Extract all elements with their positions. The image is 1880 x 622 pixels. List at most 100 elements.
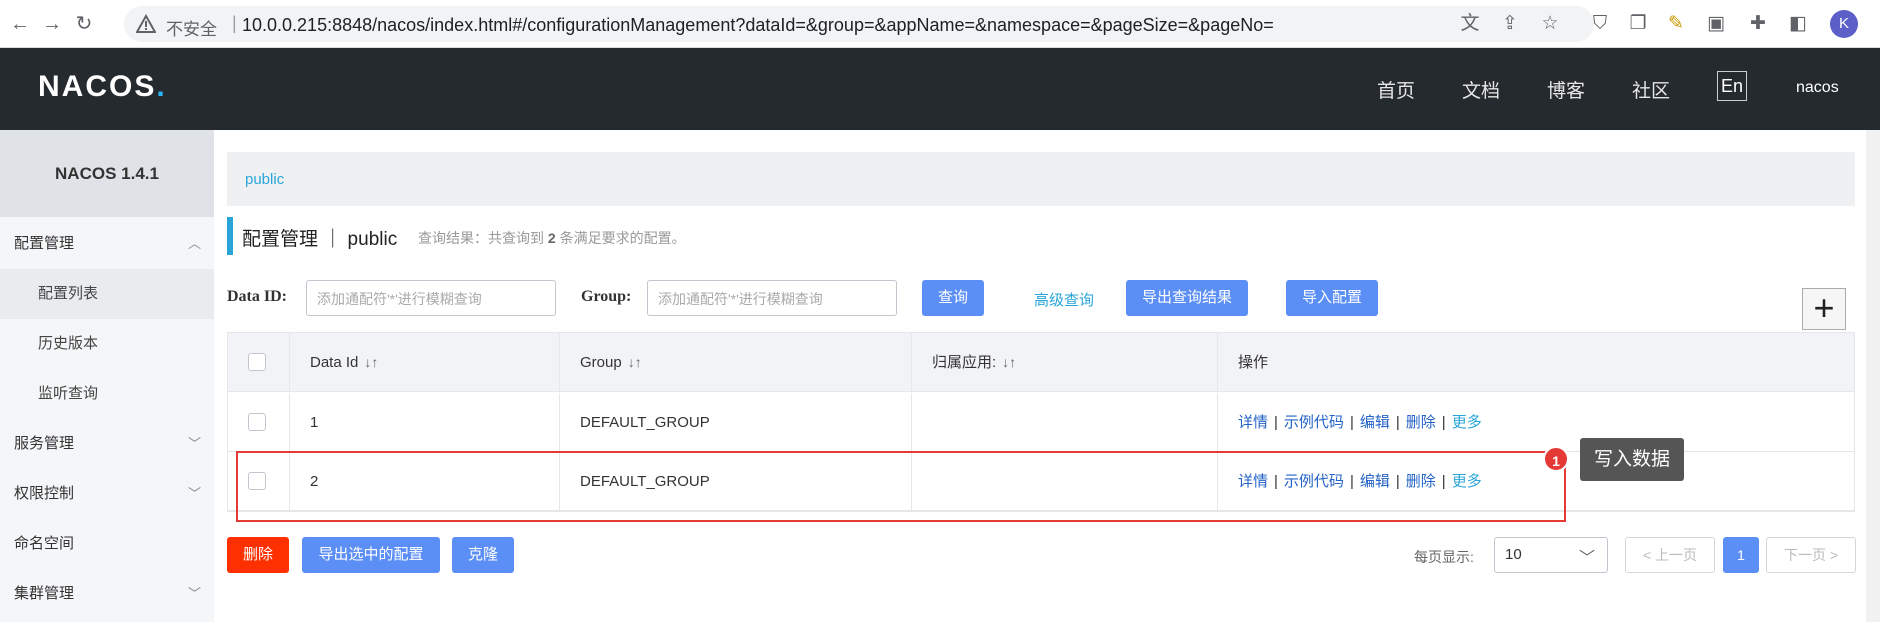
prev-page-button[interactable]: < 上一页 [1625, 537, 1715, 573]
ops-cell: 详情 | 示例代码 | 编辑 | 删除 | 更多 [1218, 393, 1854, 452]
next-page-button[interactable]: 下一页 > [1766, 537, 1856, 573]
menu-access-control[interactable]: 权限控制 ﹀ [0, 469, 214, 519]
select-all-checkbox[interactable] [248, 353, 266, 371]
copy-extension-icon[interactable]: ❐ [1626, 12, 1650, 36]
menu-listener-query[interactable]: 监听查询 [0, 369, 214, 419]
menu-label: 命名空间 [14, 535, 75, 552]
page-size-label: 每页显示: [1414, 549, 1474, 565]
group-label: Group: [581, 288, 632, 305]
puzzle-icon[interactable]: ✚ [1746, 12, 1770, 36]
header-label: 归属应用: [932, 354, 997, 371]
sort-icon[interactable]: ↓↑ [1002, 354, 1016, 370]
header-ops: 操作 [1218, 333, 1854, 392]
robot-extension-icon[interactable]: ▣ [1704, 12, 1728, 36]
reload-icon[interactable]: ↻ [72, 12, 96, 36]
nav-community[interactable]: 社区 [1632, 76, 1670, 103]
page-1-button[interactable]: 1 [1723, 537, 1759, 573]
header-app[interactable]: 归属应用: ↓↑ [912, 333, 1218, 392]
sidepanel-icon[interactable]: ◧ [1786, 12, 1810, 36]
language-toggle[interactable]: En [1717, 71, 1747, 101]
menu-label: 集群管理 [14, 585, 75, 602]
chevron-up-icon: ︿ [188, 236, 202, 251]
shield-extension-icon[interactable]: ⛉ [1588, 12, 1612, 36]
menu-label: 配置管理 [14, 235, 75, 252]
header-dataid[interactable]: Data Id ↓↑ [290, 333, 560, 392]
menu-namespace[interactable]: 命名空间 [0, 519, 214, 569]
select-cell [228, 393, 290, 452]
row-checkbox[interactable] [248, 413, 266, 431]
page-size-value: 10 [1505, 546, 1522, 563]
profile-avatar[interactable]: K [1830, 10, 1858, 38]
group-cell: DEFAULT_GROUP [560, 393, 912, 452]
annotation-badge: 1 [1543, 446, 1569, 472]
dataid-label: Data ID: [227, 288, 287, 305]
separator: | [1441, 414, 1446, 431]
pencil-extension-icon[interactable]: ✎ [1664, 12, 1688, 36]
edit-link[interactable]: 编辑 [1360, 414, 1390, 431]
menu-cluster-management[interactable]: 集群管理 ﹀ [0, 569, 214, 619]
add-config-button[interactable]: + [1802, 288, 1846, 330]
sample-code-link[interactable]: 示例代码 [1284, 414, 1344, 431]
header-select-cell [228, 333, 290, 392]
dataid-cell: 1 [290, 393, 560, 452]
annotation-tooltip: 写入数据 [1580, 438, 1684, 481]
menu-label: 配置列表 [38, 285, 99, 302]
app-header: NACOS. 首页 文档 博客 社区 En nacos [0, 48, 1880, 130]
query-button[interactable]: 查询 [922, 280, 984, 316]
share-icon[interactable]: ⇪ [1498, 12, 1522, 36]
menu-config-management[interactable]: 配置管理 ︿ [0, 219, 214, 269]
nav-docs[interactable]: 文档 [1462, 76, 1500, 103]
export-results-button[interactable]: 导出查询结果 [1126, 280, 1248, 316]
namespace-public-link[interactable]: public [245, 171, 284, 188]
result-count: 2 [547, 230, 556, 246]
menu-service-management[interactable]: 服务管理 ﹀ [0, 419, 214, 469]
nav-home[interactable]: 首页 [1377, 76, 1415, 103]
page-size-select[interactable]: 10 ﹀ [1494, 537, 1608, 573]
header-label: Data Id [310, 354, 359, 371]
menu-history[interactable]: 历史版本 [0, 319, 214, 369]
group-value: DEFAULT_GROUP [580, 414, 710, 431]
page-scrollbar[interactable] [1866, 130, 1880, 622]
chevron-down-icon: ﹀ [1578, 550, 1595, 567]
delete-button[interactable]: 删除 [227, 537, 289, 573]
back-icon[interactable]: ← [8, 12, 32, 36]
delete-link[interactable]: 删除 [1406, 414, 1436, 431]
result-summary: 查询结果：共查询到 2 条满足要求的配置。 [418, 228, 686, 248]
nav-blog[interactable]: 博客 [1547, 76, 1585, 103]
sort-icon[interactable]: ↓↑ [628, 354, 642, 370]
dataid-value: 1 [310, 414, 319, 431]
logo-dot: . [156, 70, 167, 103]
address-bar[interactable]: 不安全 | 10.0.0.215:8848/nacos/index.html#/… [124, 6, 1594, 42]
menu-config-list[interactable]: 配置列表 [0, 269, 214, 319]
group-input[interactable]: 添加通配符'*'进行模糊查询 [647, 280, 897, 316]
logo-text: NACOS [38, 70, 157, 103]
insecure-label: 不安全 [166, 20, 217, 39]
import-config-button[interactable]: 导入配置 [1286, 280, 1378, 316]
nacos-logo[interactable]: NACOS. [38, 70, 167, 104]
forward-icon[interactable]: → [40, 12, 64, 36]
more-link[interactable]: 更多 [1452, 414, 1482, 431]
chevron-down-icon: ﹀ [188, 436, 202, 451]
details-link[interactable]: 详情 [1238, 414, 1268, 431]
header-label: 操作 [1238, 354, 1269, 371]
header-group[interactable]: Group ↓↑ [560, 333, 912, 392]
menu-label: 权限控制 [14, 485, 75, 502]
clone-button[interactable]: 克隆 [452, 537, 514, 573]
version-label: NACOS 1.4.1 [0, 130, 214, 217]
namespace-bar: public [227, 152, 1855, 206]
table-header: Data Id ↓↑ Group ↓↑ 归属应用: ↓↑ 操作 [228, 333, 1854, 392]
url-text[interactable]: 10.0.0.215:8848/nacos/index.html#/config… [242, 15, 1274, 36]
export-selected-button[interactable]: 导出选中的配置 [302, 537, 440, 573]
chevron-down-icon: ﹀ [188, 486, 202, 501]
star-icon[interactable]: ☆ [1538, 12, 1562, 36]
separator: | [1349, 414, 1354, 431]
menu-label: 历史版本 [38, 335, 99, 352]
sidebar: NACOS 1.4.1 配置管理 ︿ 配置列表 历史版本 监听查询 服务管理 ﹀… [0, 130, 214, 622]
advanced-query-link[interactable]: 高级查询 [1034, 289, 1094, 310]
chevron-down-icon: ﹀ [188, 586, 202, 601]
result-suffix: 条满足要求的配置。 [555, 230, 686, 246]
sort-icon[interactable]: ↓↑ [364, 354, 378, 370]
dataid-input[interactable]: 添加通配符'*'进行模糊查询 [306, 280, 556, 316]
user-name[interactable]: nacos [1796, 79, 1839, 97]
translate-icon[interactable]: 文 [1458, 12, 1482, 36]
